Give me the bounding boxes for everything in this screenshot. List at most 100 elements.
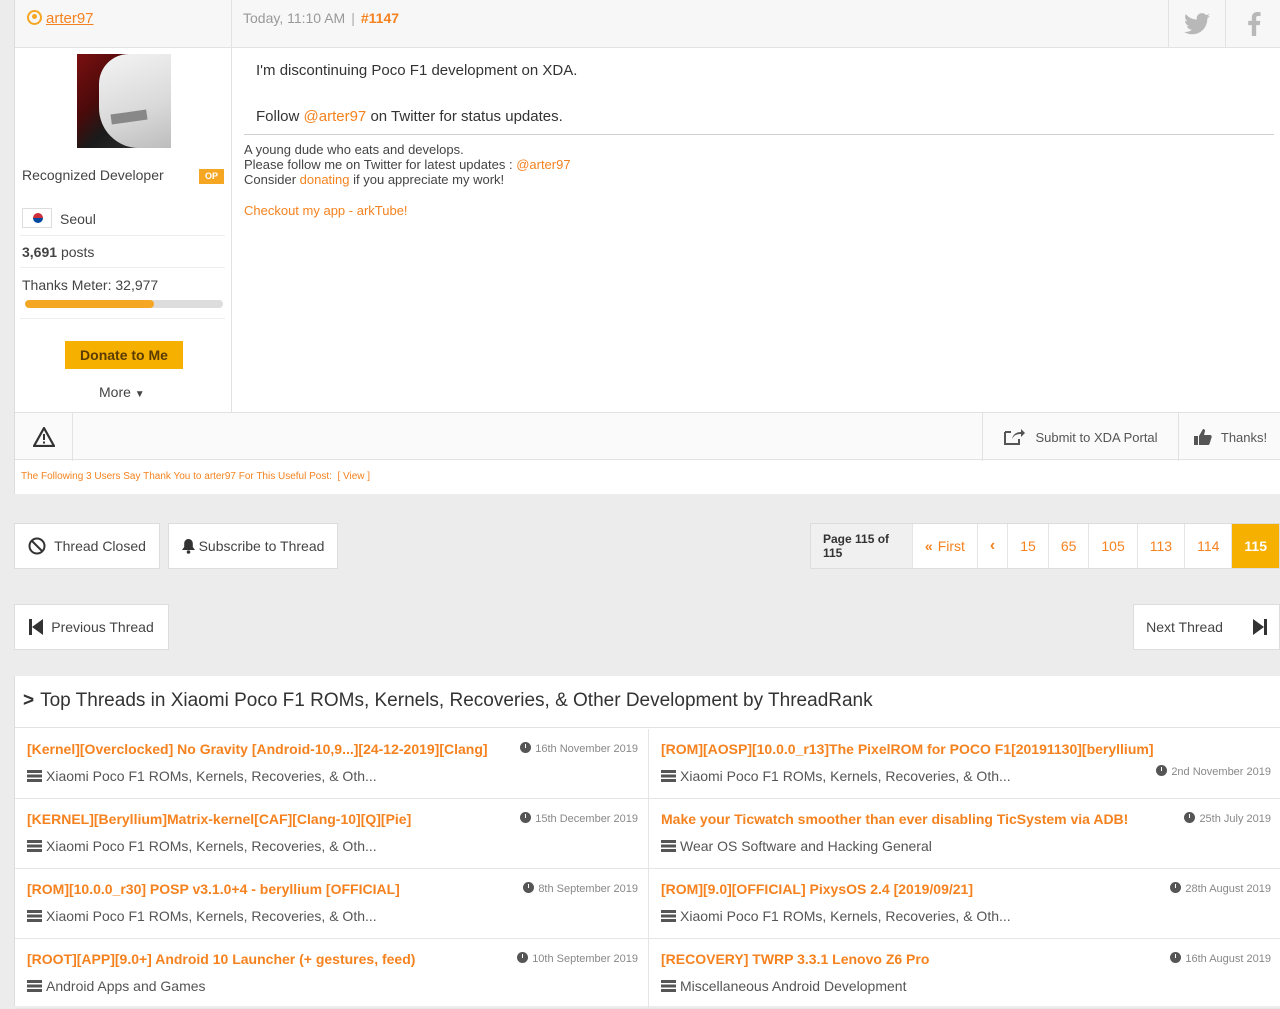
pagination: Page 115 of 115 «First ‹ 15 65 105 113 1… (810, 523, 1280, 569)
report-button[interactable] (15, 413, 73, 461)
page-link[interactable]: 113 (1136, 524, 1184, 568)
list-icon (661, 840, 676, 852)
thanks-meter-bar (25, 300, 223, 308)
previous-thread-label: Previous Thread (51, 619, 154, 635)
location: Seoul (60, 211, 96, 227)
bell-icon (181, 538, 195, 554)
top-thread-item[interactable]: [ROM][9.0][OFFICIAL] PixysOS 2.4 [2019/0… (648, 869, 1280, 939)
thread-title-link[interactable]: [RECOVERY] TWRP 3.3.1 Lenovo Z6 Pro (661, 951, 929, 967)
thread-closed-button[interactable]: Thread Closed (14, 523, 160, 569)
divider (20, 318, 225, 319)
caret-down-icon: ▼ (134, 389, 145, 400)
thread-forum[interactable]: Wear OS Software and Hacking General (661, 838, 932, 854)
top-thread-item[interactable]: [ROOT][APP][9.0+] Android 10 Launcher (+… (15, 939, 648, 1009)
thread-date: 15th December 2019 (520, 812, 638, 825)
signature: A young dude who eats and develops. Plea… (244, 142, 571, 187)
posts-row: 3,691 posts (20, 236, 225, 268)
thread-closed-label: Thread Closed (54, 538, 146, 554)
list-icon (27, 840, 42, 852)
thanks-label: Thanks! (1220, 429, 1268, 445)
thumbs-up-icon (1193, 429, 1212, 445)
thread-date: 28th August 2019 (1170, 882, 1271, 895)
thread-title-link[interactable]: Make your Ticwatch smoother than ever di… (661, 811, 1128, 827)
page-link[interactable]: 105 (1088, 524, 1136, 568)
more-label: More (99, 384, 131, 400)
chevron-right-icon: > (23, 690, 35, 711)
post-author: arter97 (15, 0, 232, 48)
thread-title-link[interactable]: [Kernel][Overclocked] No Gravity [Androi… (27, 741, 488, 757)
twitter-share-button[interactable] (1168, 0, 1225, 48)
subscribe-label: Subscribe to Thread (198, 538, 325, 554)
thread-forum[interactable]: Xiaomi Poco F1 ROMs, Kernels, Recoveries… (661, 908, 1011, 924)
location-row: Seoul (20, 200, 225, 236)
top-thread-item[interactable]: [Kernel][Overclocked] No Gravity [Androi… (15, 729, 648, 799)
view-thankers-link[interactable]: [ View ] (337, 471, 370, 482)
warning-icon (32, 427, 55, 447)
next-thread-label: Next Thread (1146, 619, 1223, 635)
user-title: Recognized Developer (22, 167, 164, 183)
post-header: arter97 Today, 11:10 AM | #1147 (15, 0, 1280, 48)
prev-page-link[interactable]: ‹ (976, 524, 1007, 568)
post-time: Today, 11:10 AM (243, 10, 346, 26)
top-thread-item[interactable]: [RECOVERY] TWRP 3.3.1 Lenovo Z6 Pro 16th… (648, 939, 1280, 1009)
top-thread-item[interactable]: [ROM][10.0.0_r30] POSP v3.1.0+4 - beryll… (15, 869, 648, 939)
chevron-left-icon: ‹ (989, 537, 996, 554)
post-number-link[interactable]: #1147 (361, 10, 399, 26)
page-link[interactable]: 65 (1047, 524, 1089, 568)
thread-title-link[interactable]: [ROM][10.0.0_r30] POSP v3.1.0+4 - beryll… (27, 881, 400, 897)
thanks-meter-fill (25, 300, 154, 308)
top-threads-header[interactable]: > Top Threads in Xiaomi Poco F1 ROMs, Ker… (15, 676, 1280, 728)
skip-back-icon (29, 619, 44, 635)
thanks-button[interactable]: Thanks! (1178, 413, 1280, 461)
meta-separator: | (351, 10, 355, 26)
donate-button[interactable]: Donate to Me (65, 341, 183, 369)
page-link[interactable]: 114 (1184, 524, 1231, 568)
posts-label: posts (60, 244, 95, 260)
previous-thread-button[interactable]: Previous Thread (14, 604, 169, 650)
facebook-icon (1248, 12, 1261, 36)
list-icon (27, 770, 42, 782)
thread-forum[interactable]: Android Apps and Games (27, 978, 206, 994)
prohibited-icon (28, 537, 46, 555)
thanks-users-line: The Following 3 Users Say Thank You to a… (21, 471, 370, 482)
clock-icon (520, 742, 532, 753)
first-page-link[interactable]: «First (911, 524, 977, 568)
clock-icon (520, 812, 532, 823)
app-link[interactable]: Checkout my app - arkTube! (244, 203, 408, 218)
thread-title-link[interactable]: [KERNEL][Beryllium]Matrix-kernel[CAF][Cl… (27, 811, 411, 827)
thread-title-link[interactable]: [ROOT][APP][9.0+] Android 10 Launcher (+… (27, 951, 415, 967)
submit-portal-button[interactable]: Submit to XDA Portal (982, 413, 1178, 461)
thread-forum[interactable]: Xiaomi Poco F1 ROMs, Kernels, Recoveries… (27, 908, 377, 924)
signature-twitter-link[interactable]: @arter97 (516, 157, 570, 172)
thread-title-link[interactable]: [ROM][AOSP][10.0.0_r13]The PixelROM for … (661, 741, 1153, 757)
more-button[interactable]: More ▼ (99, 384, 145, 400)
top-threads-panel: > Top Threads in Xiaomi Poco F1 ROMs, Ker… (14, 676, 1280, 1009)
facebook-share-button[interactable] (1225, 0, 1280, 48)
thread-forum[interactable]: Miscellaneous Android Development (661, 978, 906, 994)
twitter-handle-link[interactable]: @arter97 (304, 108, 367, 125)
avatar[interactable] (77, 54, 171, 148)
thread-title-link[interactable]: [ROM][9.0][OFFICIAL] PixysOS 2.4 [2019/0… (661, 881, 973, 897)
donating-link[interactable]: donating (300, 172, 350, 187)
current-page[interactable]: 115 (1231, 524, 1279, 568)
twitter-icon (1184, 13, 1210, 35)
list-icon (661, 980, 676, 992)
top-thread-item[interactable]: Make your Ticwatch smoother than ever di… (648, 799, 1280, 869)
thread-forum[interactable]: Xiaomi Poco F1 ROMs, Kernels, Recoveries… (661, 768, 1011, 784)
post-action-bar: Submit to XDA Portal Thanks! (15, 412, 1280, 461)
clock-icon (1184, 812, 1196, 823)
clock-icon (1170, 882, 1182, 893)
top-thread-item[interactable]: [ROM][AOSP][10.0.0_r13]The PixelROM for … (648, 729, 1280, 799)
thread-forum[interactable]: Xiaomi Poco F1 ROMs, Kernels, Recoveries… (27, 768, 377, 784)
page-link[interactable]: 15 (1007, 524, 1048, 568)
next-thread-button[interactable]: Next Thread (1133, 604, 1280, 650)
thanks-users-text: The Following 3 Users Say Thank You to a… (21, 471, 332, 482)
subscribe-button[interactable]: Subscribe to Thread (168, 523, 338, 569)
list-icon (27, 980, 42, 992)
top-thread-item[interactable]: [KERNEL][Beryllium]Matrix-kernel[CAF][Cl… (15, 799, 648, 869)
signature-line-1: A young dude who eats and develops. (244, 142, 464, 157)
signature-divider (244, 134, 1274, 135)
username-link[interactable]: arter97 (46, 10, 94, 27)
thread-forum[interactable]: Xiaomi Poco F1 ROMs, Kernels, Recoveries… (27, 838, 377, 854)
clock-icon (1156, 765, 1168, 776)
